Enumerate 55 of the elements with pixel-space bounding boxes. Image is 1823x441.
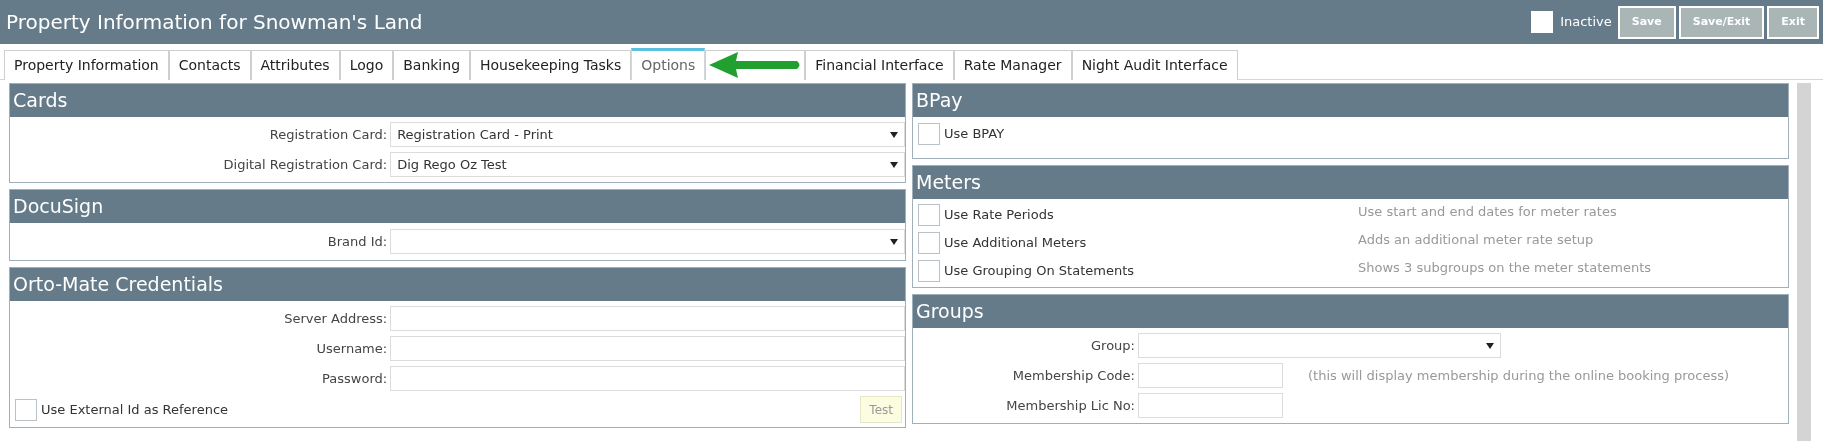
dropdown[interactable]: Dig Rego Oz Test bbox=[390, 152, 905, 177]
field-label: Username: bbox=[315, 339, 389, 358]
inactive-label: Inactive bbox=[1560, 13, 1612, 32]
dropdown[interactable] bbox=[1138, 333, 1501, 358]
tab[interactable]: Attributes bbox=[250, 50, 340, 80]
tab[interactable]: Logo bbox=[339, 50, 394, 80]
hint-text: Shows 3 subgroups on the meter statements bbox=[1358, 259, 1652, 278]
tab[interactable]: Housekeeping Tasks bbox=[470, 50, 632, 80]
checkbox-label: Use External Id as Reference bbox=[41, 400, 229, 419]
tab[interactable]: Contacts bbox=[168, 50, 251, 80]
field-label: Server Address: bbox=[283, 309, 389, 328]
checkbox-label: Use Additional Meters bbox=[944, 234, 1087, 253]
field-label: Membership Code: bbox=[1011, 366, 1136, 385]
checkbox[interactable] bbox=[918, 123, 940, 145]
input-field[interactable] bbox=[390, 306, 905, 331]
dropdown[interactable]: Registration Card - Print bbox=[390, 122, 905, 147]
field-label: Registration Card: bbox=[268, 125, 389, 144]
page-title: Property Information for Snowman's Land bbox=[6, 9, 423, 36]
tab[interactable]: Financial Interface bbox=[805, 50, 954, 80]
dropdown-arrow-icon bbox=[890, 161, 898, 168]
input-field[interactable] bbox=[390, 336, 905, 361]
hint-text: Use start and end dates for meter rates bbox=[1358, 203, 1617, 222]
tab[interactable]: Rate Manager bbox=[953, 50, 1072, 80]
panel-title: Cards bbox=[10, 84, 905, 117]
checkbox-label: Use Rate Periods bbox=[944, 206, 1054, 225]
checkbox-label: Use Grouping On Statements bbox=[944, 262, 1135, 281]
checkbox[interactable] bbox=[918, 204, 940, 226]
tab[interactable]: Banking bbox=[393, 50, 471, 80]
tab[interactable]: Options bbox=[631, 48, 706, 80]
dropdown[interactable] bbox=[390, 229, 905, 254]
field-label: Group: bbox=[1090, 336, 1136, 355]
input-field[interactable] bbox=[390, 366, 905, 391]
field-label: Password: bbox=[321, 369, 389, 388]
dropdown-arrow-icon bbox=[1486, 342, 1494, 349]
checkbox[interactable] bbox=[918, 232, 940, 254]
input-field[interactable] bbox=[1138, 393, 1283, 418]
scrollbar[interactable] bbox=[1797, 83, 1811, 441]
dropdown-arrow-icon bbox=[890, 238, 898, 245]
hint-text: Adds an additional meter rate setup bbox=[1358, 231, 1594, 250]
field-label: Membership Lic No: bbox=[1005, 396, 1136, 415]
tab[interactable]: Night Audit Interface bbox=[1071, 50, 1238, 80]
checkbox-label: Use BPAY bbox=[944, 125, 1005, 144]
panel-title: BPay bbox=[913, 84, 1788, 117]
tab[interactable]: Property Information bbox=[4, 50, 169, 80]
hint-text: (this will display membership during the online booking process) bbox=[1308, 366, 1730, 385]
dropdown-arrow-icon bbox=[890, 131, 898, 138]
field-label: Brand Id: bbox=[326, 232, 389, 251]
panel-title: DocuSign bbox=[10, 190, 905, 223]
panel-title: Groups bbox=[913, 295, 1788, 328]
checkbox[interactable] bbox=[15, 398, 37, 421]
panel-title: Orto-Mate Credentials bbox=[10, 268, 905, 301]
panel-title: Meters bbox=[913, 166, 1788, 199]
checkbox[interactable] bbox=[918, 260, 940, 282]
input-field[interactable] bbox=[1138, 363, 1283, 388]
field-label: Digital Registration Card: bbox=[222, 155, 389, 174]
